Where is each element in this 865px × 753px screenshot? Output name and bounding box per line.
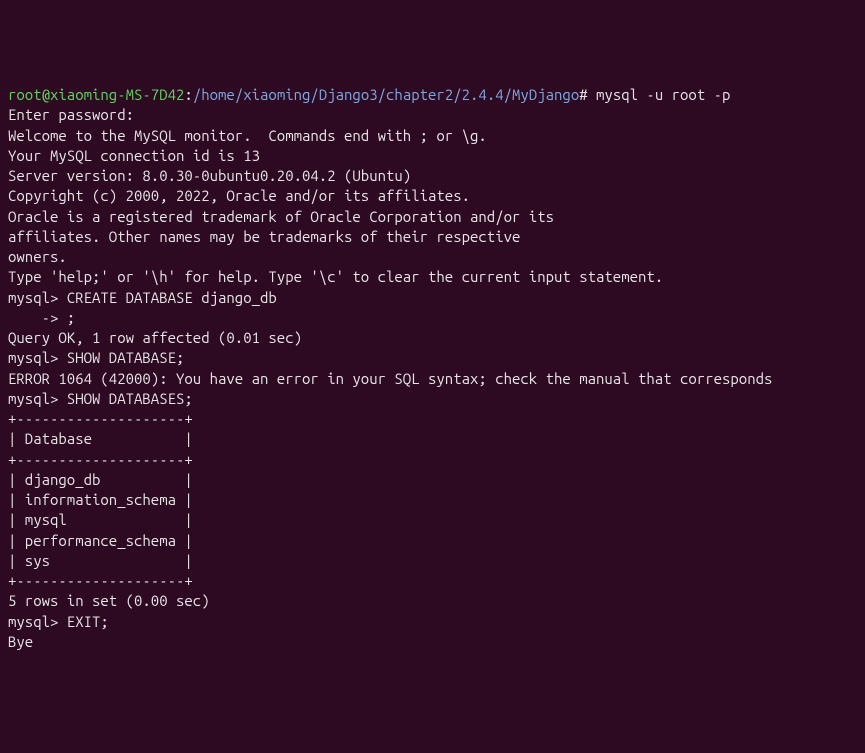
mysql-prompt-line: mysql> SHOW DATABASE; bbox=[8, 348, 857, 368]
table-border: +--------------------+ bbox=[8, 450, 857, 470]
table-row: | information_schema | bbox=[8, 490, 857, 510]
table-header: | Database | bbox=[8, 429, 857, 449]
table-border: +--------------------+ bbox=[8, 571, 857, 591]
output-line: Enter password: bbox=[8, 105, 857, 125]
output-line: Your MySQL connection id is 13 bbox=[8, 146, 857, 166]
output-line: 5 rows in set (0.00 sec) bbox=[8, 591, 857, 611]
output-line: Welcome to the MySQL monitor. Commands e… bbox=[8, 126, 857, 146]
mysql-prompt-line: mysql> SHOW DATABASES; bbox=[8, 389, 857, 409]
table-row: | mysql | bbox=[8, 510, 857, 530]
command-text: mysql -u root -p bbox=[596, 86, 730, 103]
prompt-user-host: root@xiaoming-MS-7D42 bbox=[8, 86, 184, 103]
prompt-line: root@xiaoming-MS-7D42:/home/xiaoming/Dja… bbox=[8, 85, 857, 105]
mysql-prompt-line: mysql> EXIT; bbox=[8, 612, 857, 632]
terminal-output[interactable]: root@xiaoming-MS-7D42:/home/xiaoming/Dja… bbox=[8, 85, 857, 652]
prompt-path: /home/xiaoming/Django3/chapter2/2.4.4/My… bbox=[193, 86, 579, 103]
output-line: Bye bbox=[8, 632, 857, 652]
output-line: Copyright (c) 2000, 2022, Oracle and/or … bbox=[8, 186, 857, 206]
prompt-hash: # bbox=[579, 86, 596, 103]
output-line: affiliates. Other names may be trademark… bbox=[8, 227, 857, 247]
output-line: owners. bbox=[8, 247, 857, 267]
output-line: Query OK, 1 row affected (0.01 sec) bbox=[8, 328, 857, 348]
error-line: ERROR 1064 (42000): You have an error in… bbox=[8, 369, 857, 389]
prompt-colon: : bbox=[184, 86, 192, 103]
output-line: Server version: 8.0.30-0ubuntu0.20.04.2 … bbox=[8, 166, 857, 186]
mysql-prompt-line: mysql> CREATE DATABASE django_db bbox=[8, 288, 857, 308]
table-row: | django_db | bbox=[8, 470, 857, 490]
output-line: Oracle is a registered trademark of Orac… bbox=[8, 207, 857, 227]
table-border: +--------------------+ bbox=[8, 409, 857, 429]
output-line: Type 'help;' or '\h' for help. Type '\c'… bbox=[8, 267, 857, 287]
table-row: | performance_schema | bbox=[8, 531, 857, 551]
table-row: | sys | bbox=[8, 551, 857, 571]
mysql-continuation-line: -> ; bbox=[8, 308, 857, 328]
